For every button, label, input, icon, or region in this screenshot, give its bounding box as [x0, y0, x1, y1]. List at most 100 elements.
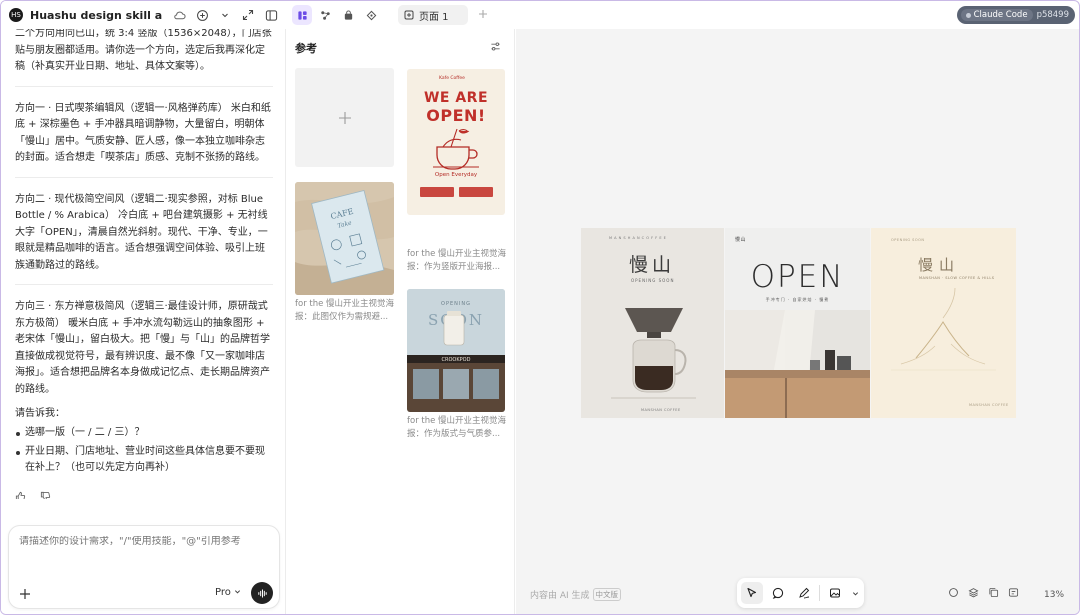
storefront-photo: OPENING SOON CROOKPOD — [407, 289, 505, 412]
poster-headline: WE ARE — [423, 90, 489, 106]
top-toolbar: 页面 1 Claude Code p58499 — [287, 1, 1079, 29]
message-composer: Pro — [8, 525, 280, 609]
poster-direction-2[interactable]: 慢山 OPEN 手冲专门 · 自家烘焙 · 慢煮 — [725, 228, 870, 418]
poster-subtitle: OPENING SOON — [631, 278, 675, 283]
comment-tool-button[interactable] — [767, 582, 789, 604]
poster-top-text: M A N S H A N C O F F E E — [609, 236, 667, 240]
puzzle-icon — [366, 10, 376, 20]
attach-plus-icon[interactable] — [19, 586, 31, 604]
session-id: p58499 — [1036, 10, 1069, 20]
grid-icon — [297, 10, 307, 20]
model-label: Pro — [215, 587, 231, 598]
zoom-level[interactable]: 13% — [1044, 590, 1064, 600]
nodes-icon — [320, 10, 330, 20]
svg-text:OPENING: OPENING — [441, 301, 471, 307]
language-tag[interactable]: 中文版 — [592, 588, 622, 601]
poster-title: 慢山 — [629, 254, 676, 276]
plus-icon — [338, 111, 351, 124]
mountain-water-illustration — [891, 288, 996, 371]
poster-title: 慢山 — [918, 256, 961, 274]
model-selector[interactable]: Pro — [215, 587, 241, 598]
chat-panel: HS Huashu design skill activati... — [1, 1, 286, 614]
cafe-interior-photo — [725, 310, 870, 418]
bag-icon — [344, 9, 352, 20]
hours-block — [419, 187, 454, 197]
poster-brand: Kafe Coffee — [439, 76, 465, 81]
reference-caption: for the 慢山开业主视觉海报：作为版式与气质参... — [407, 416, 507, 439]
canvas-tool-dock — [737, 578, 864, 608]
feedback-row — [15, 491, 273, 499]
poster-bottom-text: MANSHAN COFFEE — [969, 403, 1009, 407]
message-paragraph: 二个方向用同已山，统 3:4 竖版（1536×2048），门店张贴与朋友圈都适用… — [15, 29, 273, 87]
tab-page-1[interactable]: 页面 1 — [398, 5, 468, 25]
add-reference-button[interactable] — [295, 68, 394, 167]
ai-note-text: 内容由 AI 生成 — [530, 591, 590, 601]
draw-tool-button[interactable] — [793, 582, 815, 604]
layers-tool-button[interactable] — [292, 5, 312, 25]
reference-image-opening-soon[interactable]: OPENING SOON CROOKPOD — [407, 289, 505, 412]
chat-header: HS Huashu design skill activati... — [1, 1, 286, 29]
thumbs-up-icon[interactable] — [15, 491, 26, 499]
poster-open-label: Open Everyday — [434, 172, 478, 178]
thumbs-down-icon[interactable] — [40, 491, 51, 499]
pour-over-illustration — [611, 308, 696, 399]
poster-title: OPEN — [750, 259, 845, 295]
claude-code-label: Claude Code — [973, 10, 1028, 20]
question-heading: 请告诉我： — [15, 408, 65, 419]
plugins-tool-button[interactable] — [361, 5, 381, 25]
design-canvas[interactable]: M A N S H A N C O F F E E 慢山 OPENING SOO… — [516, 29, 1079, 614]
message-paragraph: 方向三 · 东方禅意极简风（逻辑三·最佳设计师，原研哉式东方极简） 暖米白底 +… — [15, 301, 270, 395]
reference-image-cafe-card[interactable]: CAFE Take — [295, 182, 394, 295]
reference-panel: 参考 Kafe Coffee WE ARE OPEN! Open Everyda… — [287, 29, 515, 614]
voice-input-button[interactable] — [251, 582, 273, 604]
poster-subtitle: MANSHAN · SLOW COFFEE & HILLS — [919, 276, 995, 280]
chat-title[interactable]: Huashu design skill activati... — [30, 9, 162, 22]
ai-generated-note: 内容由 AI 生成 中文版 — [530, 588, 622, 601]
copy-icon[interactable] — [987, 587, 999, 601]
chevron-down-icon — [235, 590, 241, 594]
circle-tool-icon[interactable] — [947, 587, 959, 601]
poster-headline: OPEN! — [426, 106, 486, 125]
chevron-down-icon[interactable] — [218, 8, 232, 22]
filter-icon[interactable] — [490, 41, 501, 55]
cursor-icon — [747, 587, 757, 598]
poster-direction-3[interactable]: OPENING SOON 慢山 MANSHAN · SLOW COFFEE & … — [871, 228, 1016, 418]
sidebar-toggle-icon[interactable] — [264, 8, 278, 22]
frame-icon — [404, 10, 414, 20]
components-tool-button[interactable] — [315, 5, 335, 25]
message-paragraph: 方向二 · 现代极简空间风（逻辑二·现实参照，对标 Blue Bottle / … — [15, 188, 273, 285]
poster-bottom-text: MANSHAN COFFEE — [641, 408, 681, 412]
app-logo-icon: HS — [9, 8, 23, 22]
claude-code-status[interactable]: Claude Code p58499 — [956, 6, 1075, 24]
history-icon[interactable] — [1007, 587, 1019, 601]
poster-direction-1[interactable]: M A N S H A N C O F F E E 慢山 OPENING SOO… — [581, 228, 724, 418]
hours-block — [458, 187, 493, 197]
reference-caption: for the 慢山开业主视觉海报：作为竖版开业海报... — [407, 249, 507, 272]
svg-text:CROOKPOD: CROOKPOD — [442, 357, 471, 363]
cloud-sync-icon[interactable] — [172, 8, 186, 22]
poster-subtitle: 手冲专门 · 自家烘焙 · 慢煮 — [765, 297, 830, 302]
expand-icon[interactable] — [241, 8, 255, 22]
app-window: HS Huashu design skill activati... — [0, 0, 1080, 615]
reference-image-we-are-open[interactable]: Kafe Coffee WE ARE OPEN! Open Everyday — [407, 69, 505, 215]
select-tool-button[interactable] — [741, 582, 763, 604]
image-tool-button[interactable] — [824, 582, 846, 604]
chevron-down-icon[interactable] — [850, 582, 860, 604]
assets-tool-button[interactable] — [338, 5, 358, 25]
add-circle-icon[interactable] — [195, 8, 209, 22]
layers-icon[interactable] — [967, 587, 979, 601]
coffee-cup-illustration — [433, 128, 479, 170]
status-dot-icon — [965, 12, 971, 18]
dock-divider — [819, 585, 820, 601]
plus-icon — [479, 9, 487, 18]
chat-messages[interactable]: 二个方向用同已山，统 3:4 竖版（1536×2048），门店张贴与朋友圈都适用… — [1, 29, 286, 499]
tab-label: 页面 1 — [419, 11, 449, 23]
add-page-button[interactable] — [478, 8, 488, 23]
comment-icon — [772, 587, 784, 599]
poster-hours-blocks — [417, 187, 495, 199]
image-icon — [830, 588, 840, 598]
panel-title: 参考 — [295, 42, 317, 55]
prompt-input[interactable] — [19, 536, 269, 547]
list-item: 选哪一版（一 / 二 / 三）？ — [15, 425, 273, 442]
canvas-corner-tools — [947, 587, 1019, 601]
